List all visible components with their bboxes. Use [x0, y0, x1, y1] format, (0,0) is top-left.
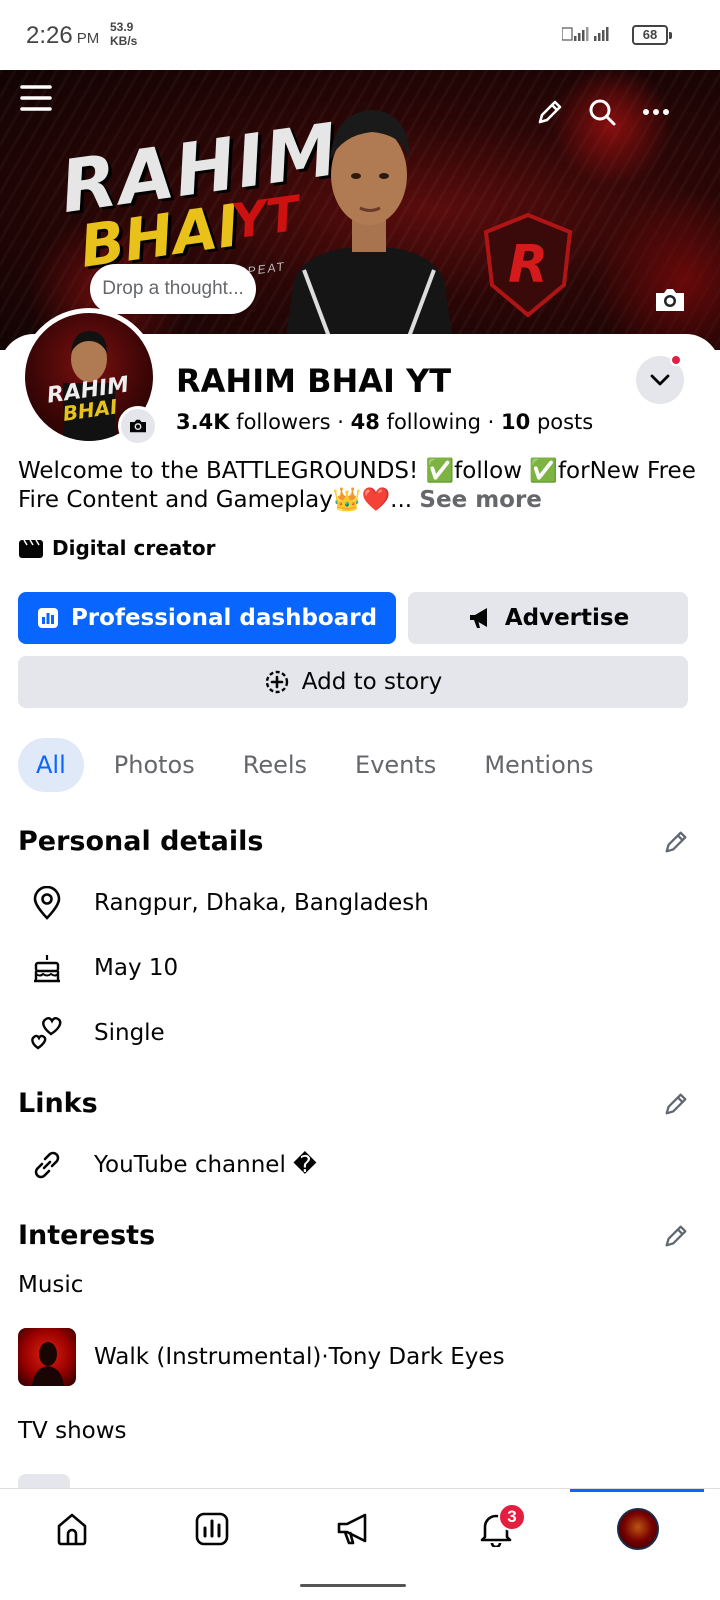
cover-camera-icon[interactable] [648, 280, 692, 320]
personal-details-title: Personal details [18, 826, 264, 857]
link-icon [18, 1142, 76, 1188]
category-label: Digital creator [52, 536, 216, 560]
tab-reels[interactable]: Reels [225, 738, 325, 792]
network-speed: 53.9 KB/s [110, 20, 137, 48]
nav-notifications[interactable] [424, 1489, 568, 1569]
cover-emblem-letter: R [508, 235, 548, 295]
relationship-text: Single [94, 1020, 165, 1046]
advertise-label: Advertise [504, 605, 630, 631]
notification-badge: 3 [498, 1503, 526, 1531]
status-ampm: PM [76, 30, 100, 47]
edit-links-button[interactable] [658, 1086, 694, 1122]
nav-dashboard[interactable] [140, 1489, 284, 1569]
add-to-story-button[interactable]: Add to story [18, 656, 688, 708]
tab-all[interactable]: All [18, 738, 84, 792]
network-speed-value: 53.9 [110, 20, 134, 34]
professional-dashboard-label: Professional dashboard [70, 605, 378, 631]
pencil-icon [665, 1093, 687, 1115]
notification-dot [670, 354, 682, 366]
link-youtube[interactable]: YouTube channel � [18, 1142, 317, 1188]
pencil-icon [665, 831, 687, 853]
following-label[interactable]: following [387, 410, 481, 434]
add-story-icon [265, 670, 288, 694]
nav-ads[interactable] [282, 1489, 426, 1569]
posts-label: posts [536, 410, 594, 434]
links-title: Links [18, 1088, 98, 1119]
hearts-icon [18, 1010, 76, 1056]
youtube-link-text[interactable]: YouTube channel � [94, 1152, 317, 1178]
more-options-icon[interactable] [634, 90, 678, 134]
edit-icon[interactable] [528, 90, 572, 134]
location-pin-icon [18, 880, 76, 926]
dashboard-icon [195, 1512, 229, 1546]
interests-title: Interests [18, 1220, 156, 1251]
nav-profile[interactable] [566, 1489, 710, 1569]
bio-text: Welcome to the BATTLEGROUNDS! ✅follow ✅f… [18, 458, 696, 513]
tv-shows-label: TV shows [18, 1418, 127, 1444]
birthday-cake-icon [18, 945, 76, 991]
nav-profile-avatar [617, 1508, 659, 1550]
birthday-text: May 10 [94, 955, 179, 981]
pencil-icon [665, 1225, 687, 1247]
tab-events[interactable]: Events [337, 738, 454, 792]
stats-separator: · [480, 410, 502, 434]
status-bar: 2:26 PM 53.9 KB/s 68 [0, 0, 720, 70]
megaphone-icon [469, 608, 487, 628]
edit-personal-details-button[interactable] [658, 824, 694, 860]
profile-bio: Welcome to the BATTLEGROUNDS! ✅follow ✅f… [18, 457, 708, 515]
profile-stats: 3.4K followers · 48 following · 10 posts [176, 410, 593, 434]
music-item[interactable]: Walk (Instrumental)·Tony Dark Eyes [18, 1328, 505, 1386]
cover-person-image [284, 110, 454, 350]
profile-tabs: All Photos Reels Events Mentions [18, 738, 623, 792]
posts-count: 10 [501, 410, 531, 434]
detail-relationship: Single [18, 1010, 165, 1056]
location-text: Rangpur, Dhaka, Bangladesh [94, 890, 429, 916]
search-icon[interactable] [580, 90, 624, 134]
detail-birthday: May 10 [18, 945, 178, 991]
professional-dashboard-button[interactable]: Professional dashboard [18, 592, 396, 644]
network-speed-unit: KB/s [110, 34, 138, 48]
home-indicator [300, 1584, 406, 1587]
battery-indicator: 68 [632, 25, 672, 45]
nav-home[interactable] [0, 1489, 144, 1569]
megaphone-icon [337, 1513, 367, 1545]
music-label: Music [18, 1272, 84, 1298]
advertise-button[interactable]: Advertise [408, 592, 688, 644]
menu-icon[interactable] [14, 76, 58, 120]
music-thumbnail [18, 1328, 76, 1386]
clapperboard-icon [19, 539, 43, 558]
cover-emblem: R [483, 212, 573, 318]
tab-mentions[interactable]: Mentions [466, 738, 611, 792]
avatar-camera-icon[interactable] [118, 406, 158, 446]
dashboard-icon [37, 608, 58, 628]
detail-location: Rangpur, Dhaka, Bangladesh [18, 880, 429, 926]
profile-name: RAHIM BHAI YT [176, 362, 452, 400]
profile-category: Digital creator [18, 536, 215, 560]
followers-label[interactable]: followers [236, 410, 330, 434]
see-more-link[interactable]: See more [419, 487, 541, 513]
signal-icon [561, 26, 614, 47]
tab-photos[interactable]: Photos [96, 738, 213, 792]
music-item-text[interactable]: Walk (Instrumental)·Tony Dark Eyes [94, 1344, 505, 1370]
status-time: 2:26 PM [26, 22, 99, 50]
thought-bubble[interactable]: Drop a thought... [90, 264, 256, 314]
status-time-value: 2:26 [26, 22, 73, 49]
followers-count[interactable]: 3.4K [176, 410, 229, 434]
edit-interests-button[interactable] [658, 1218, 694, 1254]
following-count[interactable]: 48 [351, 410, 380, 434]
home-icon [57, 1513, 87, 1546]
stats-separator: · [330, 410, 351, 434]
chevron-down-icon [650, 374, 670, 386]
add-to-story-label: Add to story [301, 669, 443, 695]
